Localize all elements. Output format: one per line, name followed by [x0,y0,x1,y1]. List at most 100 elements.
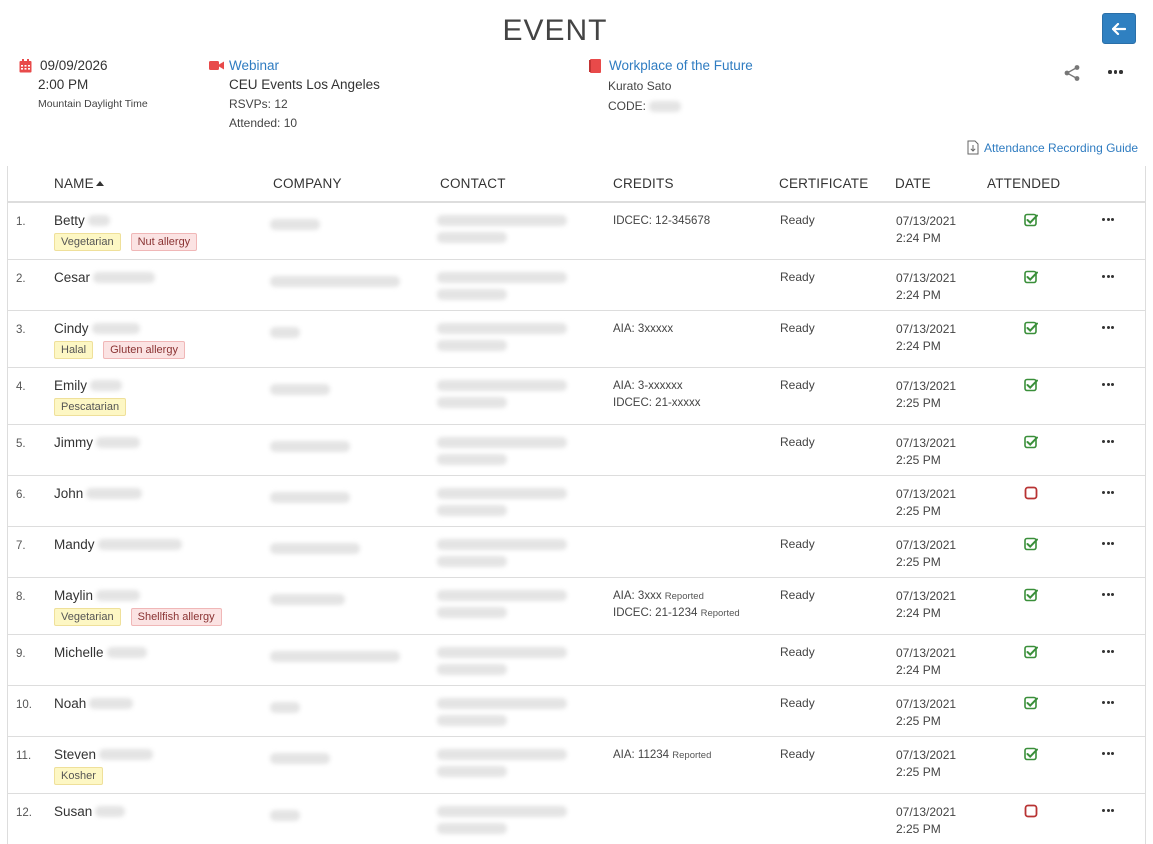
attendee-name[interactable]: Mandy [54,537,182,552]
certificate-status: Ready [780,696,815,710]
attended-unchecked-icon[interactable] [1024,486,1038,500]
event-datetime: 09/09/2026 2:00 PM Mountain Daylight Tim… [19,58,148,110]
attended-checked-icon[interactable] [1024,270,1038,284]
attendance-time: 2:24 PM [896,339,941,353]
attended-unchecked-icon[interactable] [1024,804,1038,818]
row-more-options-icon[interactable] [1102,701,1114,704]
attendee-name[interactable]: Susan [54,804,126,819]
attendee-name[interactable]: Steven [54,747,154,762]
row-number: 10. [16,699,32,711]
row-more-options-icon[interactable] [1102,326,1114,329]
back-button[interactable] [1102,13,1136,44]
attended-checked-icon[interactable] [1024,378,1038,392]
redacted-phone [437,397,507,408]
book-icon [589,58,604,73]
row-more-options-icon[interactable] [1102,593,1114,596]
row-more-options-icon[interactable] [1102,542,1114,545]
attendee-first-name: Noah [54,696,87,711]
row-more-options-icon[interactable] [1102,218,1114,221]
redacted-company [270,327,300,338]
credit-entry: IDCEC: 21-xxxxx [613,395,701,412]
row-more-options-icon[interactable] [1102,491,1114,494]
credit-status: Reported [700,608,740,619]
row-more-options-icon[interactable] [1102,383,1114,386]
attendee-name[interactable]: Noah [54,696,134,711]
col-name-label: NAME [54,176,94,191]
attendee-name[interactable]: Cindy [54,321,140,336]
col-credits-header: CREDITS [613,176,674,191]
dietary-tags: Pescatarian [54,398,127,416]
certificate-status: Ready [780,270,815,284]
attended-checked-icon[interactable] [1024,747,1038,761]
contact-cell [437,539,567,567]
more-options-icon[interactable] [1108,70,1123,74]
company-cell [270,808,300,826]
contact-cell [437,647,567,675]
row-more-options-icon[interactable] [1102,275,1114,278]
company-cell [270,541,360,559]
attended-checked-icon[interactable] [1024,696,1038,710]
row-more-options-icon[interactable] [1102,809,1114,812]
webinar-link[interactable]: Webinar [229,58,279,73]
credits-cell: AIA: 3xxx Reported IDCEC: 21-1234 Reporte… [613,588,740,622]
row-more-options-icon[interactable] [1102,752,1114,755]
attendance-time: 2:24 PM [896,288,941,302]
attendance-date: 07/13/2021 2:25 PM [896,435,956,469]
attendance-date: 07/13/2021 2:24 PM [896,213,956,247]
row-more-options-icon[interactable] [1102,650,1114,653]
table-row: 3. Cindy Halal Gluten allergy AIA: 3xxxxx Rea… [8,311,1145,368]
company-cell [270,325,300,343]
attendance-time: 2:25 PM [896,822,941,836]
contact-cell [437,323,567,351]
redacted-last-name [95,806,126,817]
redacted-company [270,219,320,230]
dietary-tags: Kosher [54,767,103,785]
attendee-name[interactable]: Jimmy [54,435,140,450]
redacted-phone [437,556,507,567]
attendee-name[interactable]: Cesar [54,270,156,285]
redacted-last-name [96,437,140,448]
redacted-phone [437,340,507,351]
redacted-last-name [99,749,154,760]
attendance-day: 07/13/2021 [896,805,957,819]
contact-cell [437,590,567,618]
col-name-header[interactable]: NAME [54,176,104,191]
attended-checked-icon[interactable] [1024,321,1038,335]
row-more-options-icon[interactable] [1102,440,1114,443]
share-icon[interactable] [1063,64,1081,82]
company-cell [270,490,350,508]
attendance-guide-link[interactable]: Attendance Recording Guide [967,140,1138,155]
attendance-time: 2:25 PM [896,765,941,779]
attended-checked-icon[interactable] [1024,645,1038,659]
attendance-date: 07/13/2021 2:24 PM [896,588,956,622]
redacted-phone [437,823,507,834]
company-cell [270,700,300,718]
dietary-tag: Vegetarian [54,233,121,251]
dietary-tag: Gluten allergy [103,341,185,359]
attended-checked-icon[interactable] [1024,537,1038,551]
attendance-day: 07/13/2021 [896,748,957,762]
attendee-name[interactable]: Betty [54,213,110,228]
company-cell [270,649,400,667]
course-title-link[interactable]: Workplace of the Future [609,58,753,73]
attendee-name[interactable]: Michelle [54,645,147,660]
redacted-email [437,647,567,658]
redacted-phone [437,766,507,777]
table-row: 7. Mandy Ready 07/13/2021 2:25 PM [8,527,1145,578]
attendee-first-name: John [54,486,84,501]
company-cell [270,274,400,292]
table-row: 9. Michelle Ready 07/13/2021 2:24 PM [8,635,1145,686]
row-number: 3. [16,324,26,336]
attendee-name[interactable]: Maylin [54,588,141,603]
attended-checked-icon[interactable] [1024,213,1038,227]
attendee-name[interactable]: Emily [54,378,122,393]
col-attended-header: ATTENDED [987,176,1061,191]
attendance-time: 2:24 PM [896,663,941,677]
certificate-status: Ready [780,435,815,449]
course-code: CODE: [608,99,753,113]
credit-code: AIA: 3-xxxxxx [613,380,683,392]
attendance-date: 07/13/2021 2:25 PM [896,747,956,781]
attendee-name[interactable]: John [54,486,143,501]
attended-checked-icon[interactable] [1024,588,1038,602]
attended-checked-icon[interactable] [1024,435,1038,449]
